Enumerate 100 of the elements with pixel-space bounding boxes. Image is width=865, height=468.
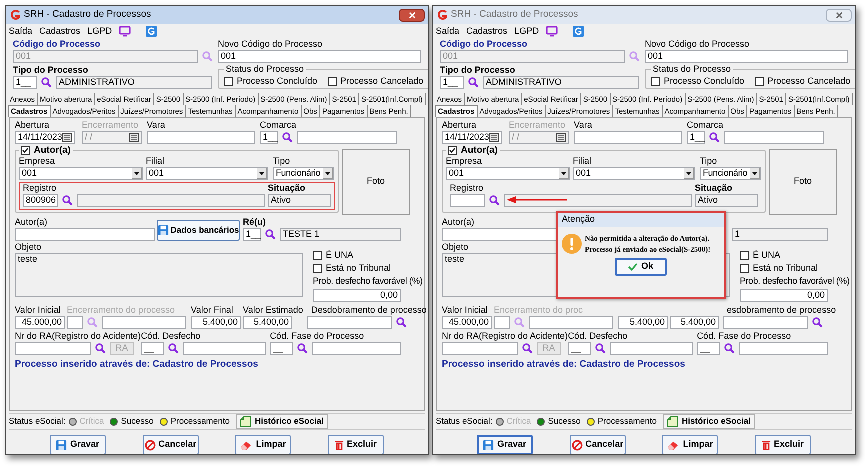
app-shortcut-icon[interactable] — [146, 26, 158, 37]
app-shortcut-icon[interactable] — [573, 26, 584, 37]
objeto-textarea[interactable]: teste — [15, 253, 303, 297]
search-icon[interactable] — [95, 343, 106, 354]
registro-field[interactable]: 800906 — [23, 194, 58, 207]
novo-codigo-field[interactable]: 001 — [218, 50, 421, 63]
history-button[interactable]: Histórico eSocial — [236, 414, 328, 429]
dropdown-arrow-icon[interactable] — [559, 168, 569, 179]
close-button[interactable] — [399, 8, 425, 22]
search-icon[interactable] — [709, 132, 720, 143]
action-button[interactable]: Excluir — [754, 435, 811, 454]
tipo-name-field[interactable]: ADMINISTRATIVO — [56, 76, 212, 89]
name-field[interactable] — [529, 316, 613, 329]
action-button[interactable]: Limpar — [235, 435, 292, 454]
action-button[interactable]: Cancelar — [570, 435, 626, 454]
checkbox[interactable] — [313, 251, 322, 260]
code-field[interactable]: __ — [697, 342, 720, 355]
desdobramento-field[interactable] — [723, 316, 808, 329]
checkbox[interactable] — [313, 264, 322, 273]
dropdown-arrow-icon[interactable] — [132, 168, 142, 179]
ok-button[interactable]: Ok — [615, 258, 667, 276]
code-field[interactable] — [494, 316, 510, 329]
comarca-name-field[interactable] — [297, 131, 397, 144]
code-field[interactable]: __ — [141, 342, 164, 355]
checkbox[interactable] — [224, 76, 233, 86]
prob-field[interactable]: 0,00 — [313, 289, 401, 302]
fase-name-field[interactable] — [312, 342, 402, 355]
valor-field[interactable]: 5.400,00 — [191, 316, 241, 329]
menu-item[interactable]: Saída — [436, 26, 460, 37]
desfecho-name-field[interactable] — [610, 342, 694, 355]
search-icon[interactable] — [282, 132, 293, 143]
situacao-field[interactable]: Ativo — [695, 194, 758, 207]
checkbox[interactable] — [651, 76, 660, 86]
novo-codigo-field[interactable]: 001 — [645, 50, 848, 63]
code-field[interactable]: 1__ — [243, 228, 261, 241]
dropdown[interactable]: 001 — [573, 167, 695, 180]
bank-details-button[interactable]: Dados bancários — [157, 220, 240, 241]
checkbox[interactable] — [328, 76, 337, 86]
code-field[interactable] — [67, 316, 83, 329]
monitor-icon[interactable] — [119, 26, 132, 37]
search-icon[interactable] — [468, 77, 479, 88]
action-button[interactable]: Excluir — [328, 435, 384, 454]
name-field[interactable] — [102, 316, 186, 329]
close-button[interactable] — [826, 8, 852, 22]
dropdown-arrow-icon[interactable] — [257, 168, 267, 179]
action-button[interactable]: Limpar — [662, 435, 718, 454]
search-icon[interactable] — [297, 343, 308, 354]
reu-name-field[interactable]: 1 — [732, 228, 828, 241]
autor-field[interactable] — [15, 228, 155, 241]
history-button[interactable]: Histórico eSocial — [662, 414, 755, 429]
registro-name-field[interactable] — [504, 194, 692, 207]
checkbox[interactable] — [740, 264, 749, 273]
registro-name-field[interactable] — [77, 194, 265, 207]
ra-field[interactable] — [15, 342, 91, 355]
code-field[interactable]: 1__ — [13, 76, 37, 89]
search-icon[interactable] — [62, 195, 73, 206]
code-field[interactable]: __ — [270, 342, 294, 355]
code-field[interactable]: 1__ — [260, 131, 278, 144]
search-icon[interactable] — [724, 343, 736, 354]
registro-field[interactable] — [450, 194, 485, 207]
date-field[interactable]: 14/11/2023 — [442, 131, 502, 144]
date-field[interactable]: 14/11/2023 — [15, 131, 75, 144]
valor-field[interactable]: 5.400,00 — [618, 316, 668, 329]
dropdown[interactable]: 001 — [146, 167, 268, 180]
valor-field[interactable]: 45.000,00 — [15, 316, 65, 329]
prob-field[interactable]: 0,00 — [740, 289, 828, 302]
checkbox[interactable] — [754, 76, 764, 86]
calendar-icon[interactable] — [489, 133, 500, 142]
dropdown[interactable]: Funcionário — [700, 167, 761, 180]
menu-item[interactable]: LGPD — [514, 26, 540, 37]
search-icon[interactable] — [522, 343, 533, 354]
search-icon[interactable] — [41, 77, 52, 88]
checkbox[interactable] — [21, 146, 30, 155]
menu-item[interactable]: LGPD — [88, 26, 112, 37]
dropdown[interactable]: 001 — [446, 167, 570, 180]
search-icon[interactable] — [168, 343, 180, 354]
menu-item[interactable]: Saída — [9, 26, 33, 37]
dropdown-arrow-icon[interactable] — [750, 168, 760, 179]
code-field[interactable]: __ — [568, 342, 592, 355]
action-button[interactable]: Gravar — [50, 435, 106, 454]
valor-field[interactable]: 5.400,00 — [243, 316, 292, 329]
search-icon[interactable] — [812, 317, 823, 328]
search-icon[interactable] — [265, 229, 276, 240]
calendar-icon[interactable] — [62, 133, 72, 142]
dropdown[interactable]: Funcionário — [273, 167, 334, 180]
search-icon[interactable] — [489, 195, 500, 206]
comarca-name-field[interactable] — [724, 131, 824, 144]
desfecho-name-field[interactable] — [183, 342, 266, 355]
code-field[interactable]: 1__ — [440, 76, 464, 89]
tipo-name-field[interactable]: ADMINISTRATIVO — [483, 76, 639, 89]
search-icon[interactable] — [396, 317, 408, 328]
reu-name-field[interactable]: TESTE 1 — [280, 228, 401, 241]
dropdown[interactable]: 001 — [19, 167, 143, 180]
code-field[interactable]: 1__ — [687, 131, 705, 144]
fase-name-field[interactable] — [739, 342, 828, 355]
vara-field[interactable] — [574, 131, 682, 144]
valor-field[interactable]: 45.000,00 — [442, 316, 492, 329]
situacao-field[interactable]: Ativo — [268, 194, 331, 207]
checkbox[interactable] — [448, 146, 457, 155]
valor-field[interactable]: 5.400,00 — [670, 316, 719, 329]
